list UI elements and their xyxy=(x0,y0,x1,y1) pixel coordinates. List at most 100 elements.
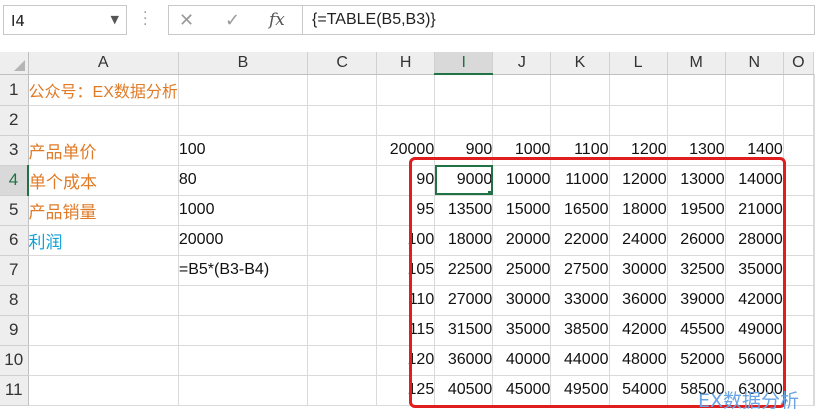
col-header-O[interactable]: O xyxy=(783,52,815,75)
cell-B7[interactable]: =B5*(B3-B4) xyxy=(178,255,309,286)
cell-C5[interactable] xyxy=(307,195,378,226)
col-header-C[interactable]: C xyxy=(307,52,378,75)
col-header-H[interactable]: H xyxy=(376,52,436,75)
cell-K10[interactable]: 44000 xyxy=(550,345,610,376)
cell-J4[interactable]: 10000 xyxy=(492,165,552,196)
cell-K1[interactable] xyxy=(550,74,610,106)
name-box[interactable]: I4 ▼ xyxy=(3,5,127,35)
cell-N5[interactable]: 21000 xyxy=(725,195,784,226)
cell-blank[interactable] xyxy=(813,375,815,406)
cell-B8[interactable] xyxy=(178,285,309,316)
cell-I5[interactable]: 13500 xyxy=(434,195,494,226)
cell-A8[interactable] xyxy=(28,285,179,316)
cell-H10[interactable]: 120 xyxy=(376,345,436,376)
cell-L4[interactable]: 12000 xyxy=(609,165,668,196)
cell-K8[interactable]: 33000 xyxy=(550,285,610,316)
cell-O1[interactable] xyxy=(783,74,815,106)
chevron-down-icon[interactable]: ▼ xyxy=(111,13,119,26)
cell-L3[interactable]: 1200 xyxy=(609,135,668,166)
cell-M10[interactable]: 52000 xyxy=(667,345,726,376)
col-header-B[interactable]: B xyxy=(178,52,309,75)
cell-O6[interactable] xyxy=(783,225,815,256)
cell-A3[interactable]: 产品单价 xyxy=(28,135,179,166)
row-header-11[interactable]: 11 xyxy=(0,375,29,406)
cell-L8[interactable]: 36000 xyxy=(609,285,668,316)
cell-K5[interactable]: 16500 xyxy=(550,195,610,226)
cell-blank[interactable] xyxy=(813,315,815,346)
fx-icon[interactable]: fx xyxy=(269,10,285,30)
cell-C11[interactable] xyxy=(307,375,378,406)
row-header-1[interactable]: 1 xyxy=(0,74,29,106)
row-header-9[interactable]: 9 xyxy=(0,315,29,346)
cell-J8[interactable]: 30000 xyxy=(492,285,552,316)
cell-M2[interactable] xyxy=(667,105,726,136)
cell-B3[interactable]: 100 xyxy=(178,135,309,166)
cell-blank[interactable] xyxy=(813,255,815,286)
cell-N3[interactable]: 1400 xyxy=(725,135,784,166)
cell-I8[interactable]: 27000 xyxy=(434,285,494,316)
cell-O2[interactable] xyxy=(783,105,815,136)
cell-B1[interactable] xyxy=(178,74,309,106)
cell-M5[interactable]: 19500 xyxy=(667,195,726,226)
cell-A1[interactable]: 公众号：EX数据分析 xyxy=(28,74,179,106)
cell-J7[interactable]: 25000 xyxy=(492,255,552,286)
cell-H9[interactable]: 115 xyxy=(376,315,436,346)
cell-H1[interactable] xyxy=(376,74,436,106)
cell-A4[interactable]: 单个成本 xyxy=(28,165,179,196)
cell-A7[interactable] xyxy=(28,255,179,286)
cell-I11[interactable]: 40500 xyxy=(434,375,494,406)
cell-L1[interactable] xyxy=(609,74,668,106)
row-header-10[interactable]: 10 xyxy=(0,345,29,376)
cell-N8[interactable]: 42000 xyxy=(725,285,784,316)
cell-I4[interactable]: 9000 xyxy=(434,165,494,196)
cell-I10[interactable]: 36000 xyxy=(434,345,494,376)
cell-H5[interactable]: 95 xyxy=(376,195,436,226)
cell-K2[interactable] xyxy=(550,105,610,136)
cell-N10[interactable]: 56000 xyxy=(725,345,784,376)
cell-C10[interactable] xyxy=(307,345,378,376)
select-all-corner[interactable] xyxy=(0,52,29,75)
cell-H4[interactable]: 90 xyxy=(376,165,436,196)
cell-M8[interactable]: 39000 xyxy=(667,285,726,316)
cell-J3[interactable]: 1000 xyxy=(492,135,552,166)
cell-J10[interactable]: 40000 xyxy=(492,345,552,376)
cell-A9[interactable] xyxy=(28,315,179,346)
check-icon[interactable]: ✓ xyxy=(225,10,240,31)
row-header-3[interactable]: 3 xyxy=(0,135,29,166)
cell-C6[interactable] xyxy=(307,225,378,256)
cell-L5[interactable]: 18000 xyxy=(609,195,668,226)
formula-bar[interactable]: {=TABLE(B5,B3)} xyxy=(302,5,815,35)
cell-O3[interactable] xyxy=(783,135,815,166)
cell-B10[interactable] xyxy=(178,345,309,376)
row-header-5[interactable]: 5 xyxy=(0,195,29,226)
cell-I1[interactable] xyxy=(434,74,494,106)
cell-A6[interactable]: 利润 xyxy=(28,225,179,256)
cell-I7[interactable]: 22500 xyxy=(434,255,494,286)
cell-A5[interactable]: 产品销量 xyxy=(28,195,179,226)
col-header-K[interactable]: K xyxy=(550,52,610,75)
cell-I6[interactable]: 18000 xyxy=(434,225,494,256)
cell-H11[interactable]: 125 xyxy=(376,375,436,406)
cell-blank[interactable] xyxy=(813,74,815,106)
cell-H7[interactable]: 105 xyxy=(376,255,436,286)
cell-I2[interactable] xyxy=(434,105,494,136)
cell-O8[interactable] xyxy=(783,285,815,316)
cell-J11[interactable]: 45000 xyxy=(492,375,552,406)
cell-L6[interactable]: 24000 xyxy=(609,225,668,256)
cell-blank[interactable] xyxy=(813,345,815,376)
cell-N4[interactable]: 14000 xyxy=(725,165,784,196)
cell-K11[interactable]: 49500 xyxy=(550,375,610,406)
cell-L2[interactable] xyxy=(609,105,668,136)
cell-blank[interactable] xyxy=(813,105,815,136)
cell-J9[interactable]: 35000 xyxy=(492,315,552,346)
cell-B5[interactable]: 1000 xyxy=(178,195,309,226)
cell-B6[interactable]: 20000 xyxy=(178,225,309,256)
cell-J1[interactable] xyxy=(492,74,552,106)
cell-A11[interactable] xyxy=(28,375,179,406)
cell-H6[interactable]: 100 xyxy=(376,225,436,256)
cell-H2[interactable] xyxy=(376,105,436,136)
col-header-I[interactable]: I xyxy=(434,52,494,75)
row-header-6[interactable]: 6 xyxy=(0,225,29,256)
cell-N6[interactable]: 28000 xyxy=(725,225,784,256)
cell-blank[interactable] xyxy=(813,165,815,196)
